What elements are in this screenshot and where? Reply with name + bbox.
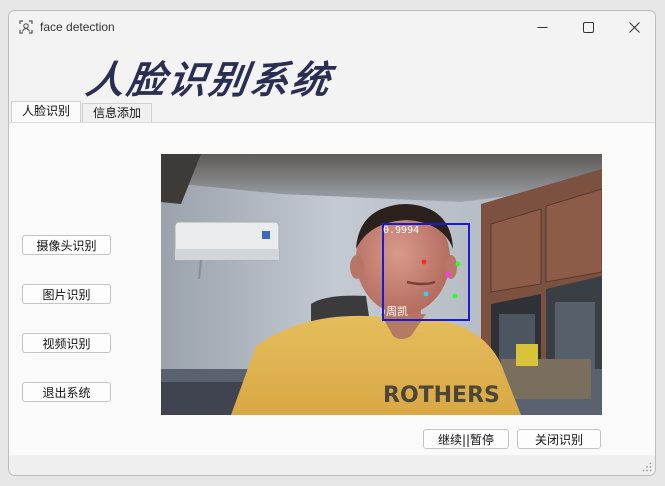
app-window: face detection 人脸识别系统 人脸识别 信息添加 摄像头识别 图片…: [8, 10, 656, 476]
landmark-left-eye: [421, 259, 427, 265]
face-scan-icon: [19, 20, 33, 34]
minimize-icon: [537, 26, 547, 28]
close-icon: [628, 21, 640, 33]
close-recognition-button[interactable]: 关闭识别: [517, 429, 601, 449]
landmark-nose: [445, 272, 451, 278]
tab-bar: 人脸识别 信息添加: [9, 101, 655, 123]
camera-recognition-button[interactable]: 摄像头识别: [22, 235, 111, 255]
resize-grip-icon[interactable]: [642, 462, 652, 472]
detection-confidence: 0.9994: [383, 225, 419, 236]
detected-name: 周凯: [386, 305, 408, 318]
landmark-mouth-left: [423, 291, 429, 297]
video-recognition-button[interactable]: 视频识别: [22, 333, 111, 353]
title-bar[interactable]: face detection: [9, 11, 655, 43]
close-button[interactable]: [611, 11, 655, 43]
landmark-right-eye: [455, 261, 461, 267]
exit-system-button[interactable]: 退出系统: [22, 382, 111, 402]
recognition-panel: 摄像头识别 图片识别 视频识别 退出系统 ROTHERS 0.9994 周凯 继…: [9, 122, 655, 457]
shirt-print: ROTHERS: [383, 383, 500, 408]
window-title: face detection: [40, 20, 115, 34]
camera-frame: ROTHERS 0.9994 周凯: [161, 154, 602, 415]
tab-info-add[interactable]: 信息添加: [82, 103, 153, 123]
banner-title: 人脸识别系统: [83, 57, 336, 102]
tab-label: 人脸识别: [22, 104, 71, 118]
maximize-icon: [582, 21, 594, 33]
tab-label: 信息添加: [93, 106, 142, 120]
image-recognition-button[interactable]: 图片识别: [22, 284, 111, 304]
minimize-button[interactable]: [519, 11, 565, 43]
tab-face-recognition[interactable]: 人脸识别: [11, 101, 82, 123]
camera-view: ROTHERS 0.9994 周凯: [161, 154, 602, 415]
banner: 人脸识别系统: [9, 43, 655, 102]
pause-resume-button[interactable]: 继续||暂停: [423, 429, 509, 449]
landmark-mouth-right: [452, 293, 458, 299]
status-bar: [9, 455, 655, 475]
maximize-button[interactable]: [565, 11, 611, 43]
